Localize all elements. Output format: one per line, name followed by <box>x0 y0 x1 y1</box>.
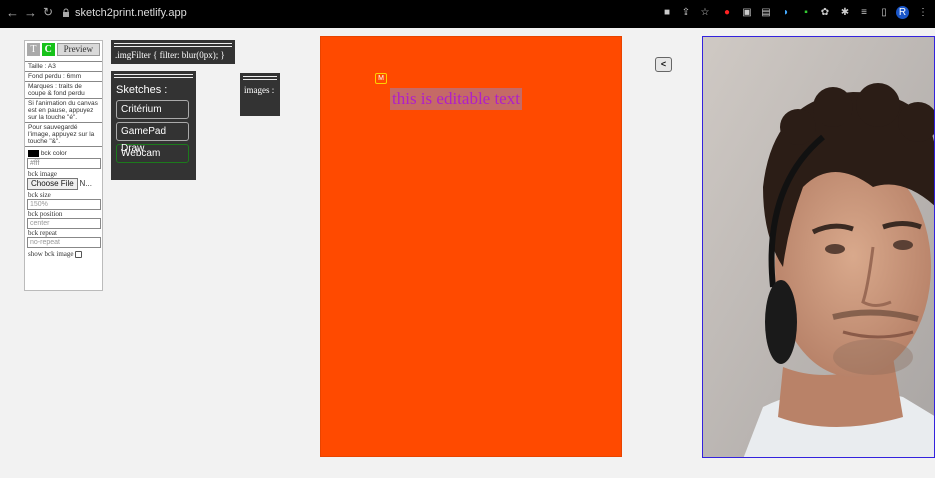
profile-avatar[interactable]: R <box>896 6 909 19</box>
lock-icon <box>63 8 69 17</box>
collapse-button[interactable]: < <box>655 57 672 72</box>
opera-extension-icon[interactable]: ● <box>720 6 734 20</box>
no-file-label: N... <box>79 179 92 189</box>
menu-kebab-icon[interactable]: ⋮ <box>916 6 930 20</box>
side-panel-icon[interactable]: ▯ <box>877 6 891 20</box>
color-swatch[interactable] <box>28 150 39 157</box>
sync-extension-icon[interactable]: ✿ <box>818 6 832 20</box>
preview-button[interactable]: Preview <box>56 42 100 56</box>
bookmark-star-icon[interactable]: ☆ <box>698 6 712 20</box>
address-bar[interactable]: sketch2print.netlify.app <box>75 7 187 19</box>
bck-position-input[interactable]: center <box>27 218 101 230</box>
bck-repeat-label: bck repeat <box>28 229 57 238</box>
bck-size-input[interactable]: 150% <box>27 199 101 211</box>
bck-color-input[interactable]: #fff <box>27 158 101 170</box>
move-handle-badge[interactable]: M <box>375 73 387 84</box>
bck-image-label: bck image <box>28 170 57 179</box>
share-icon[interactable]: ⇪ <box>679 6 693 20</box>
reading-list-icon[interactable]: ≡ <box>857 6 871 20</box>
bleed-info: Fond perdu : 6mm <box>25 71 102 81</box>
forward-icon[interactable]: → <box>24 5 37 20</box>
page-extension-icon[interactable]: ▤ <box>759 6 773 20</box>
marks-info: Marques : traits de coupe & fond perdu <box>25 81 102 98</box>
animation-note: Si l'animation du canvas est en pause, a… <box>25 98 102 122</box>
bck-size-label: bck size <box>28 191 51 200</box>
cast-icon[interactable]: ■ <box>660 6 674 20</box>
imgfilter-box: .imgFilter { filter: blur(0px); } <box>111 40 235 64</box>
images-box: images : <box>240 73 280 116</box>
c-toggle-button[interactable]: C <box>41 42 55 56</box>
show-bck-image-label: show bck image <box>28 250 74 259</box>
sketches-title: Sketches : <box>116 84 168 96</box>
red-green-extension-icon[interactable]: ▪ <box>799 6 813 20</box>
size-info: Taille : A3 <box>25 61 102 71</box>
show-bck-image-checkbox[interactable] <box>75 251 83 259</box>
sketch-criterium-button[interactable]: Critérium <box>116 100 189 119</box>
settings-panel: T C Preview Taille : A3 Fond perdu : 6mm… <box>24 40 103 291</box>
bck-color-label: bck color <box>40 150 67 158</box>
webcam-feed <box>702 36 935 458</box>
back-icon[interactable]: ← <box>6 5 19 20</box>
extension-icon[interactable]: ▣ <box>740 6 754 20</box>
choose-file-button[interactable]: Choose File <box>27 178 78 191</box>
sketch-gamepad-draw-button[interactable]: GamePad Draw <box>116 122 189 154</box>
sound-extension-icon[interactable]: ◗ <box>779 6 793 20</box>
bck-repeat-input[interactable]: no-repeat <box>27 237 101 249</box>
save-note: Pour sauvegardé l'image, appuyez sur la … <box>25 122 102 146</box>
sketch-webcam-button[interactable]: Webcam <box>116 144 189 163</box>
bck-position-label: bck position <box>28 210 63 219</box>
t-toggle-button[interactable]: T <box>27 42 40 56</box>
browser-toolbar: ← → ↻ sketch2print.netlify.app ■ ⇪ ☆ ● ▣… <box>0 0 935 28</box>
editable-text[interactable]: this is editable text <box>390 88 522 110</box>
images-label: images : <box>244 85 275 95</box>
reload-icon[interactable]: ↻ <box>43 5 53 19</box>
imgfilter-text[interactable]: .imgFilter { filter: blur(0px); } <box>111 47 235 63</box>
webcam-image <box>703 37 934 457</box>
sketches-box: Sketches : Critérium GamePad Draw Webcam <box>111 71 196 180</box>
puzzle-icon[interactable]: ✱ <box>838 6 852 20</box>
